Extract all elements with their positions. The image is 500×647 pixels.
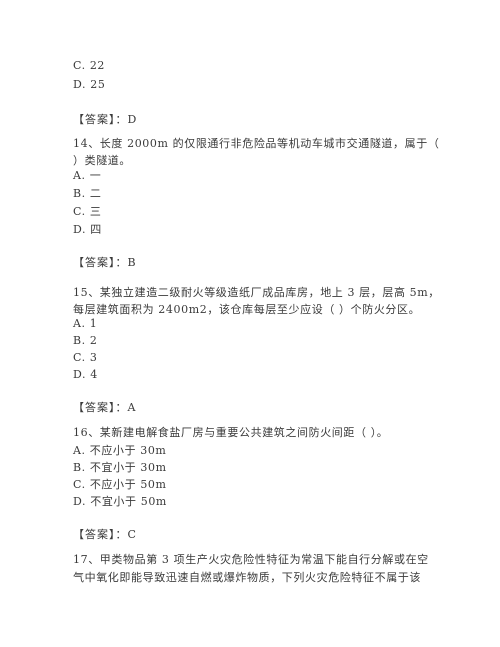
option-d: D. 25 [73, 78, 106, 91]
question-16-answer: 【答案】：C [73, 527, 137, 543]
question-14-option-d: D. 四 [73, 223, 102, 236]
answer-value: B [127, 256, 137, 269]
question-14-option-c: C. 三 [73, 205, 102, 218]
question-16-option-a: A. 不应小于 30m [73, 444, 167, 457]
answer-label: 【答案】： [73, 256, 128, 269]
question-15-option-b: B. 2 [73, 334, 98, 347]
question-14-option-a: A. 一 [73, 169, 102, 182]
question-15-option-a: A. 1 [73, 317, 98, 330]
question-15-option-d: D. 4 [73, 368, 98, 381]
answer-value: A [127, 401, 137, 414]
answer-label: 【答案】： [73, 401, 128, 414]
question-16-option-d: D. 不宜小于 50m [73, 495, 167, 508]
answer-value: D [127, 113, 138, 126]
question-16-option-b: B. 不宜小于 30m [73, 461, 167, 474]
question-17-text-line-1: 17、甲类物品第 3 项生产火灾危险性特征为常温下能自行分解或在空 [73, 553, 429, 566]
question-15-text-line-1: 15、某独立建造二级耐火等级造纸厂成品库房，地上 3 层，层高 5m， [73, 286, 440, 299]
question-16-option-c: C. 不应小于 50m [73, 478, 167, 491]
question-14-text-line-2: ）类隧道。 [73, 154, 131, 167]
document-page: C. 22 D. 25 【答案】：D 14、长度 2000m 的仅限通行非危险品… [0, 0, 500, 647]
question-15-text-line-2: 每层建筑面积为 2400m2，该仓库每层至少应设（ ）个防火分区。 [73, 303, 421, 316]
answer-label: 【答案】： [73, 528, 128, 541]
question-15-option-c: C. 3 [73, 351, 98, 364]
question-14-answer: 【答案】：B [73, 255, 137, 271]
answer-label: 【答案】： [73, 113, 128, 126]
question-16-text-line-1: 16、某新建电解食盐厂房与重要公共建筑之间防火间距（ ）。 [73, 426, 389, 439]
question-14-option-b: B. 二 [73, 187, 102, 200]
option-c: C. 22 [73, 59, 106, 72]
question-15-answer: 【答案】：A [73, 400, 136, 416]
question-14-text-line-1: 14、长度 2000m 的仅限通行非危险品等机动车城市交通隧道，属于（ [73, 137, 440, 150]
question-17-text-line-2: 气中氧化即能导致迅速自燃或爆炸物质，下列火灾危险特征不属于该 [73, 571, 421, 584]
answer-value: C [127, 528, 137, 541]
answer-line: 【答案】：D [73, 112, 137, 128]
